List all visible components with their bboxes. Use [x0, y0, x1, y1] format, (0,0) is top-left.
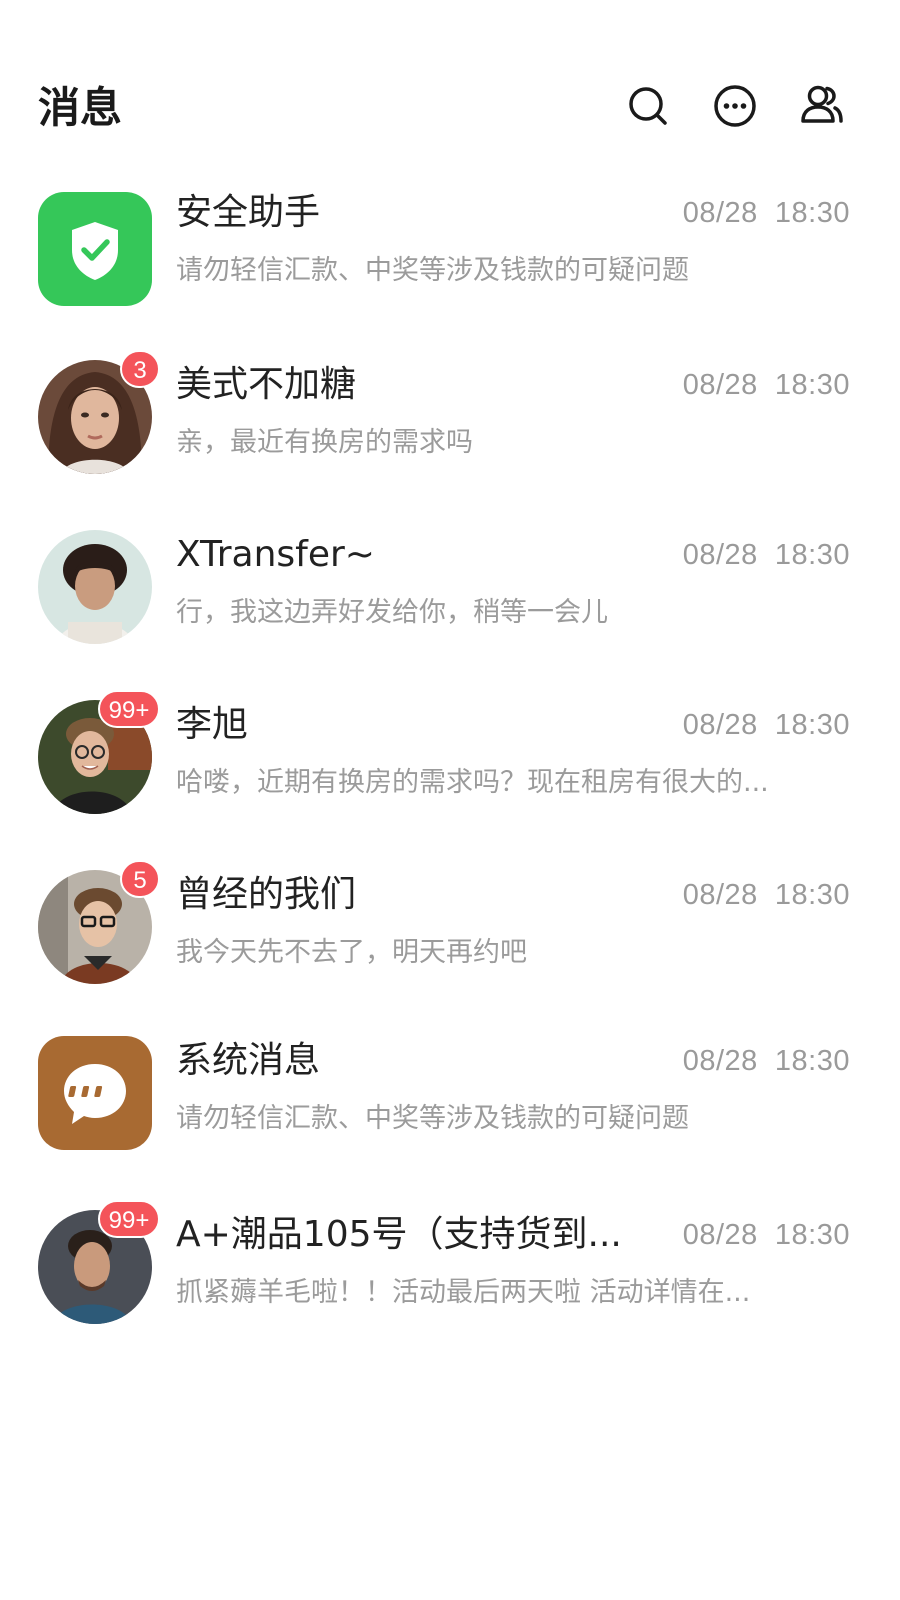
- avatar: [38, 530, 152, 644]
- unread-badge: 5: [120, 860, 160, 898]
- conversation-name: 安全助手: [176, 192, 321, 233]
- unread-badge: 3: [120, 350, 160, 388]
- conversation-preview: 抓紧薅羊毛啦！！活动最后两天啦 活动详情在...: [176, 1277, 751, 1308]
- conversation-time: 08/28 18:30: [682, 1045, 850, 1077]
- conversation-preview: 哈喽，近期有换房的需求吗？现在租房有很大的...: [176, 767, 769, 798]
- list-item[interactable]: 3 美式不加糖 08/28 18:30 亲，最近有换房的需求吗: [0, 332, 900, 502]
- page-title: 消息: [38, 83, 123, 132]
- header-bar: 消息: [0, 60, 900, 160]
- conversation-name: XTransfer~: [176, 534, 375, 575]
- list-item[interactable]: 5 曾经的我们 08/28 18:30 我今天先不去了，明天再约吧: [0, 842, 900, 1012]
- chat-bubble-icon: [38, 1036, 152, 1150]
- conversation-time: 08/28 18:30: [682, 879, 850, 911]
- list-item[interactable]: 系统消息 08/28 18:30 请勿轻信汇款、中奖等涉及钱款的可疑问题: [0, 1008, 900, 1178]
- conversation-name: 美式不加糖: [176, 364, 357, 405]
- list-item[interactable]: 安全助手 08/28 18:30 请勿轻信汇款、中奖等涉及钱款的可疑问题: [0, 160, 900, 330]
- unread-badge: 99+: [98, 690, 160, 728]
- list-item[interactable]: 99+ 李旭 08/28 18:30 哈喽，近期有换房的需求吗？现在租房有很大的…: [0, 672, 900, 842]
- shield-check-icon: [38, 192, 152, 306]
- list-item[interactable]: 99+ A+潮品105号（支持货到... 08/28 18:30 抓紧薅羊毛啦！…: [0, 1182, 900, 1352]
- contacts-icon[interactable]: [796, 80, 848, 132]
- conversation-preview: 亲，最近有换房的需求吗: [176, 427, 473, 458]
- conversation-name: 李旭: [176, 704, 249, 745]
- conversation-time: 08/28 18:30: [682, 709, 850, 741]
- conversation-preview: 请勿轻信汇款、中奖等涉及钱款的可疑问题: [176, 255, 689, 286]
- conversation-preview: 行，我这边弄好发给你，稍等一会儿: [176, 597, 608, 628]
- conversation-time: 08/28 18:30: [682, 369, 850, 401]
- conversation-preview: 请勿轻信汇款、中奖等涉及钱款的可疑问题: [176, 1103, 689, 1134]
- conversation-name: A+潮品105号（支持货到...: [176, 1214, 622, 1255]
- conversation-name: 系统消息: [176, 1040, 321, 1081]
- conversation-time: 08/28 18:30: [682, 539, 850, 571]
- list-item[interactable]: XTransfer~ 08/28 18:30 行，我这边弄好发给你，稍等一会儿: [0, 502, 900, 672]
- search-icon[interactable]: [622, 80, 674, 132]
- conversation-time: 08/28 18:30: [682, 197, 850, 229]
- conversation-time: 08/28 18:30: [682, 1219, 850, 1251]
- conversation-preview: 我今天先不去了，明天再约吧: [176, 937, 527, 968]
- unread-badge: 99+: [98, 1200, 160, 1238]
- conversation-name: 曾经的我们: [176, 874, 357, 915]
- more-icon[interactable]: [709, 80, 761, 132]
